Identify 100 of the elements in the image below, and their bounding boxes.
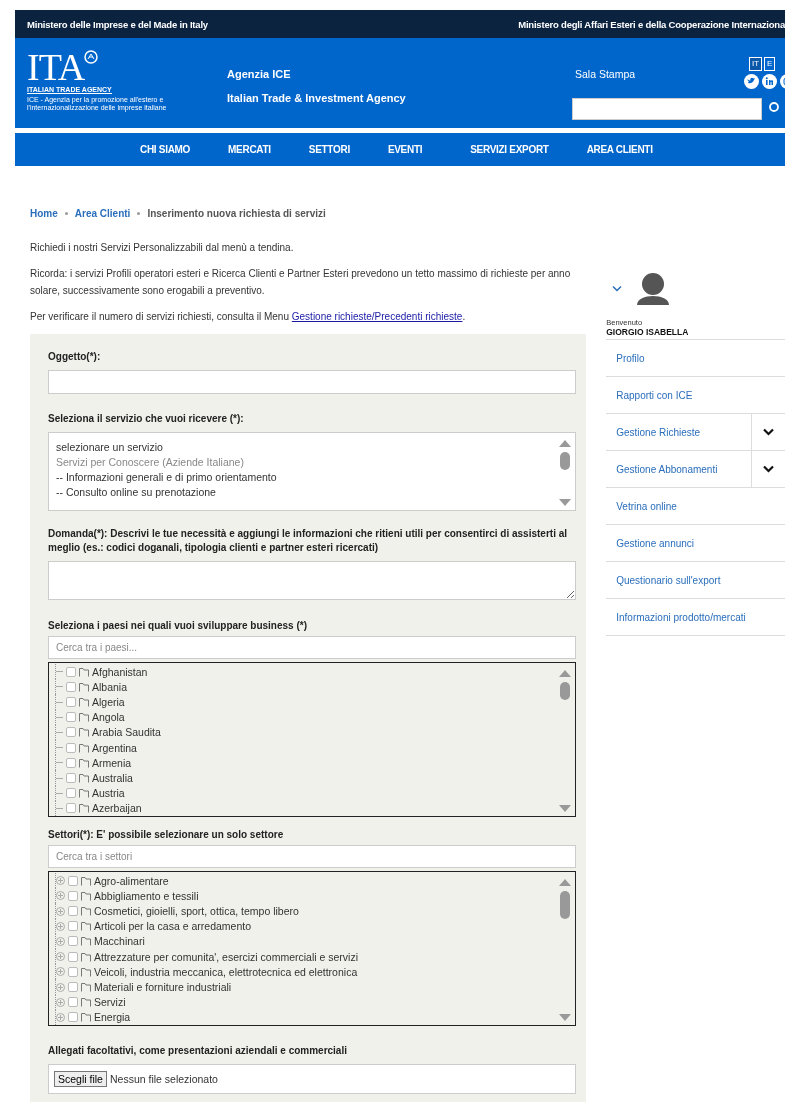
checkbox[interactable]	[68, 982, 78, 992]
checkbox[interactable]	[68, 936, 78, 947]
sidebar-link[interactable]: Profilo	[606, 352, 785, 364]
tree-item-label[interactable]: Articoli per la casa e arredamento	[94, 920, 251, 933]
search-field[interactable]	[572, 98, 762, 120]
expand-icon[interactable]	[56, 952, 65, 962]
checkbox[interactable]	[68, 966, 78, 977]
sidebar-link[interactable]: Informazioni prodotto/mercati	[606, 611, 785, 623]
language-button[interactable]: E	[764, 57, 776, 71]
scroll-up-icon[interactable]	[559, 669, 572, 677]
sidebar-link[interactable]: Rapporti con ICE	[606, 389, 785, 401]
tree-item-label[interactable]: Azerbaijan	[92, 802, 142, 815]
choose-file-button[interactable]: Scegli file	[54, 1071, 107, 1087]
tree-item-label[interactable]: Algeria	[92, 696, 125, 708]
folder-icon	[81, 921, 91, 932]
language-button[interactable]: IT	[749, 57, 763, 71]
checkbox[interactable]	[66, 681, 76, 692]
tree-item-label[interactable]: Materiali e forniture industriali	[94, 981, 232, 993]
checkbox[interactable]	[66, 697, 76, 707]
expand-icon[interactable]	[56, 876, 65, 886]
checkbox[interactable]	[66, 666, 76, 677]
linkedin-icon[interactable]	[762, 74, 777, 89]
tree-item-label[interactable]: Abbigliamento e tessili	[94, 889, 199, 902]
tree-item-label[interactable]: Angola	[92, 711, 125, 724]
tree-item-label[interactable]: Veicoli, industria meccanica, elettrotecnica ed elettronica	[94, 965, 358, 978]
scroll-up-icon[interactable]	[559, 878, 572, 886]
checkbox[interactable]	[66, 712, 76, 723]
tree-item-label[interactable]: Argentina	[92, 741, 137, 754]
tree-item-label[interactable]: Cosmetici, gioielli, sport, ottica, tempo libero	[94, 905, 299, 917]
nav-link[interactable]: SERVIZI EXPORT	[470, 144, 549, 155]
scroll-up-icon[interactable]	[559, 439, 572, 447]
checkbox[interactable]	[68, 890, 78, 901]
subject-field[interactable]	[48, 370, 577, 394]
sidebar-link[interactable]: Questionario sull'export	[606, 574, 785, 586]
scroll-down-icon[interactable]	[559, 1014, 572, 1021]
scrollbar-thumb[interactable]	[560, 891, 571, 919]
scroll-down-icon[interactable]	[559, 805, 572, 812]
nav-link[interactable]: AREA CLIENTI	[586, 144, 653, 155]
scrollbar-thumb[interactable]	[560, 682, 571, 700]
search-field[interactable]: Cerca tra i paesi...	[48, 636, 577, 659]
checkbox[interactable]	[66, 757, 76, 768]
scroll-down-icon[interactable]	[559, 499, 572, 506]
checkbox[interactable]	[68, 921, 78, 932]
checkbox[interactable]	[68, 997, 78, 1008]
scrollbar-thumb[interactable]	[560, 452, 571, 470]
expand-icon[interactable]	[56, 967, 65, 977]
checkbox[interactable]	[68, 951, 78, 962]
checkbox[interactable]	[66, 727, 76, 738]
tree-item-label[interactable]: Austria	[92, 787, 125, 800]
service-list[interactable]: selezionare un servizio Servizi per Conoscere (Aziende Italiane) -- Informazioni generali e di primo orientamento -- Consulto online su prenotazione	[48, 432, 577, 511]
expand-icon[interactable]	[56, 982, 65, 992]
list-option[interactable]: selezionare un servizio	[56, 441, 549, 453]
tree-item-label[interactable]: Arabia Saudita	[92, 726, 161, 739]
expand-icon[interactable]	[56, 891, 65, 901]
checkbox[interactable]	[66, 788, 76, 799]
checkbox[interactable]	[66, 773, 76, 783]
search-field[interactable]: Cerca tra i settori	[48, 845, 577, 868]
breadcrumb-link[interactable]: Home	[30, 208, 58, 219]
checkbox[interactable]	[68, 906, 78, 916]
tree-item-label[interactable]: Afghanistan	[92, 665, 148, 678]
expand-icon[interactable]	[56, 936, 65, 946]
checkbox[interactable]	[66, 742, 76, 753]
checkbox[interactable]	[68, 1012, 78, 1023]
sidebar-link[interactable]: Gestione Abbonamenti	[606, 463, 751, 475]
intro-text: Richiedi i nostri Servizi Personalizzabili dal menù a tendina.	[30, 241, 295, 255]
question-field[interactable]	[48, 561, 577, 600]
file-field[interactable]: Scegli file Nessun file selezionato	[48, 1064, 577, 1094]
tree-item-label[interactable]: Macchinari	[94, 935, 145, 948]
checkbox[interactable]	[66, 803, 76, 814]
nav-link[interactable]: MERCATI	[228, 144, 271, 155]
chevron-down-icon[interactable]	[612, 284, 623, 292]
list-option[interactable]: -- Consulto online su prenotazione	[56, 486, 549, 498]
tree-item-label[interactable]: Agro-alimentare	[94, 874, 169, 887]
nav-link[interactable]: CHI SIAMO	[140, 144, 191, 155]
checkbox[interactable]	[68, 875, 78, 886]
tree-item-label[interactable]: Energia	[94, 1011, 131, 1024]
nav-link[interactable]: SETTORI	[308, 144, 350, 155]
breadcrumb-link[interactable]: Area Clienti	[74, 208, 131, 219]
tree-item-label[interactable]: Attrezzature per comunita', esercizi commerciali e servizi	[94, 950, 358, 963]
agency-name: Italian Trade & Investment Agency	[227, 92, 407, 104]
tree-item-label[interactable]: Servizi	[94, 996, 126, 1009]
sidebar-link[interactable]: Gestione annunci	[606, 537, 785, 549]
sidebar-link[interactable]: Vetrina online	[606, 500, 785, 512]
folder-icon	[79, 773, 89, 783]
user-name: GIORGIO ISABELLA	[606, 327, 785, 340]
list-option[interactable]: -- Informazioni generali e di primo orientamento	[56, 471, 549, 483]
press-link[interactable]: Sala Stampa	[575, 68, 636, 80]
tree-item-label[interactable]: Armenia	[92, 756, 132, 769]
bird-icon[interactable]	[744, 74, 759, 89]
expand-icon[interactable]	[56, 921, 65, 931]
tree-item-label[interactable]: Australia	[92, 772, 133, 784]
expand-icon[interactable]	[56, 1012, 65, 1022]
field-label: Seleziona i paesi nei quali vuoi sviluppare business (*)	[48, 620, 308, 631]
expand-icon[interactable]	[56, 997, 65, 1007]
folder-icon	[79, 757, 89, 768]
search-icon[interactable]	[769, 102, 779, 112]
nav-link[interactable]: EVENTI	[387, 144, 423, 155]
expand-icon[interactable]	[56, 906, 65, 916]
tree-item-label[interactable]: Albania	[92, 680, 128, 693]
sidebar-link[interactable]: Gestione Richieste	[606, 426, 751, 438]
